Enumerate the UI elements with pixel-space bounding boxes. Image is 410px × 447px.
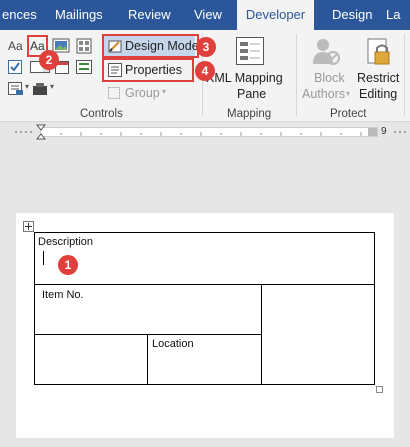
- item-no-label: Item No.: [42, 289, 84, 301]
- table-cell-item-no[interactable]: Item No.: [34, 284, 262, 335]
- tab-references[interactable]: ences: [0, 0, 48, 30]
- tab-developer[interactable]: Developer: [237, 0, 314, 30]
- content-control-tools-icon[interactable]: [32, 82, 48, 96]
- block-authors-dropdown-icon: ▾: [346, 89, 351, 98]
- tab-layout[interactable]: La: [386, 0, 410, 30]
- block-authors-button[interactable]: Block Authors ▾: [298, 34, 354, 104]
- legacy-tools-icon[interactable]: [8, 82, 24, 96]
- table-move-handle-icon[interactable]: [23, 221, 34, 232]
- xml-mapping-pane-button[interactable]: XML Mapping Pane: [206, 34, 292, 104]
- word-window: ences Mailings Review View Developer Des…: [0, 0, 410, 447]
- table-cell-bottom-left[interactable]: [34, 334, 148, 385]
- document-page[interactable]: Description Item No. Location 1: [16, 213, 394, 438]
- tab-design[interactable]: Design: [332, 0, 372, 30]
- restrict-editing-line1: Restrict: [357, 71, 400, 85]
- xml-mapping-line1: XML Mapping: [206, 71, 283, 85]
- step-badge-3: 3: [196, 37, 216, 57]
- table-cell-right[interactable]: [261, 284, 375, 385]
- table-cell-location[interactable]: Location: [147, 334, 262, 385]
- step-badge-2: 2: [39, 50, 59, 70]
- restrict-editing-button[interactable]: Restrict Editing: [354, 34, 404, 104]
- horizontal-ruler: 9: [0, 123, 410, 141]
- ruler-right-marker-icon[interactable]: [367, 127, 379, 137]
- repeating-section-control-icon[interactable]: [76, 60, 92, 74]
- tab-review[interactable]: Review: [128, 0, 178, 30]
- content-control-tools-dropdown-icon[interactable]: ▾: [50, 82, 54, 91]
- block-authors-icon: [313, 39, 340, 65]
- group-dropdown-icon: ▾: [162, 87, 167, 96]
- group-icon: [108, 87, 120, 99]
- ruler-number: 9: [381, 126, 387, 137]
- lock-icon: [367, 38, 390, 65]
- ribbon-tab-bar: ences Mailings Review View Developer Des…: [0, 0, 410, 30]
- table-cell-description[interactable]: Description: [34, 232, 375, 285]
- highlight-properties: [102, 58, 194, 82]
- text-cursor: [43, 251, 44, 265]
- block-authors-line2: Authors: [302, 87, 346, 101]
- group-button[interactable]: Group ▾: [107, 83, 177, 103]
- checkbox-control-icon[interactable]: [8, 60, 22, 74]
- location-label: Location: [152, 338, 194, 350]
- step-badge-4: 4: [195, 61, 215, 81]
- xml-mapping-icon: [236, 37, 264, 65]
- restrict-editing-line2: Editing: [359, 87, 398, 101]
- separator: [404, 34, 405, 116]
- table-resize-handle[interactable]: [376, 386, 383, 393]
- block-authors-line1: Block: [314, 71, 345, 85]
- protect-group-label: Protect: [330, 108, 367, 120]
- group-label: Group: [125, 86, 160, 100]
- xml-mapping-line2: Pane: [237, 87, 267, 101]
- ruler-right-dots: [394, 131, 406, 133]
- ruler-track: [40, 127, 378, 137]
- ruler-indent-marker-icon[interactable]: [36, 124, 46, 141]
- tab-view[interactable]: View: [194, 0, 234, 30]
- separator: [296, 34, 297, 116]
- mapping-group-label: Mapping: [227, 108, 272, 120]
- legacy-tools-dropdown-icon[interactable]: ▾: [25, 82, 29, 91]
- ruler-ticks: [60, 132, 362, 136]
- description-label: Description: [38, 236, 94, 248]
- highlight-design-mode: [102, 34, 199, 58]
- plain-text-control-icon[interactable]: Aa: [8, 39, 23, 53]
- building-block-control-icon[interactable]: [76, 38, 92, 54]
- ribbon-developer: Aa Aa ▾ ▾ Design Mode Properties Group ▾…: [0, 30, 410, 122]
- step-badge-1: 1: [58, 255, 78, 275]
- ruler-left-dots: [15, 131, 32, 133]
- tab-mailings[interactable]: Mailings: [55, 0, 115, 30]
- controls-group-label: Controls: [80, 108, 123, 120]
